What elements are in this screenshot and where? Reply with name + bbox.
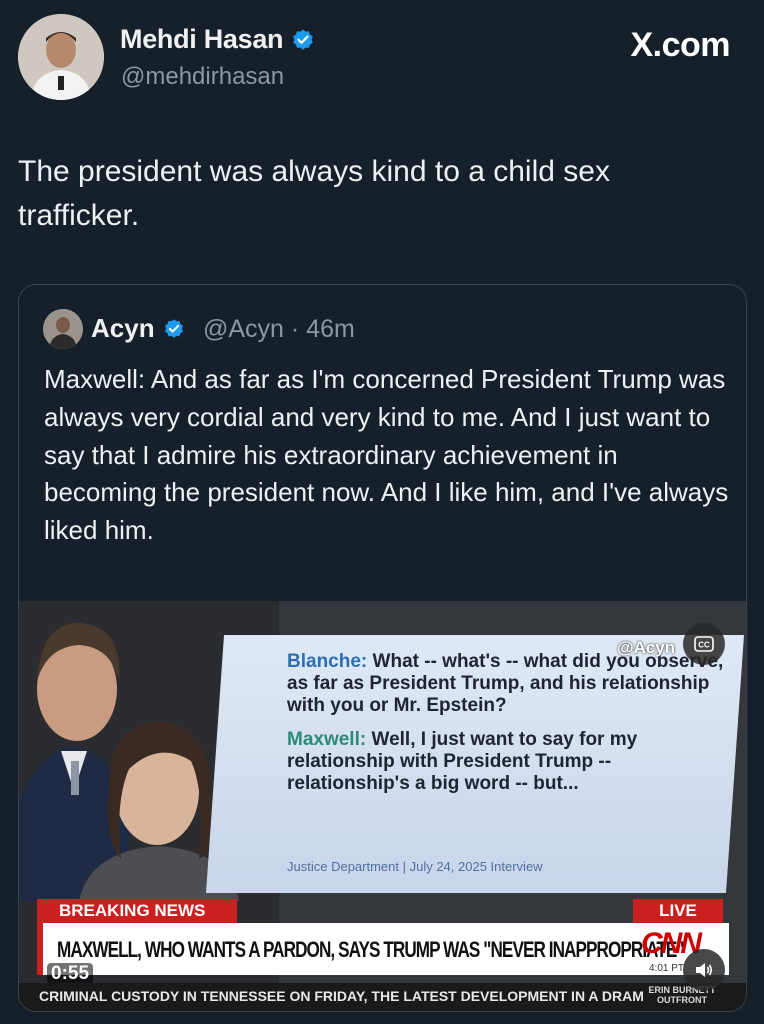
closed-captions-icon: CC xyxy=(694,636,714,652)
quoted-author-name-label: Acyn xyxy=(91,313,155,343)
quote-line-1: Blanche: What -- what's -- what did you … xyxy=(287,651,732,717)
panel-source: Justice Department | July 24, 2025 Inter… xyxy=(287,859,543,874)
speaker-icon xyxy=(696,963,713,977)
video-elapsed-time: 0:55 xyxy=(47,963,94,985)
quoted-tweet-text: Maxwell: And as far as I'm concerned Pre… xyxy=(44,364,729,546)
breaking-news-label: BREAKING NEWS xyxy=(37,899,237,923)
quote-line-2: Maxwell: Well, I just want to say for my… xyxy=(287,729,732,795)
quoted-tweet-card[interactable]: Acyn @Acyn · 46m Maxwell: And as far as … xyxy=(18,284,747,1012)
quoted-author-handle[interactable]: @Acyn · 46m xyxy=(203,315,355,344)
video-watermark: @Acyn xyxy=(617,638,676,657)
verified-badge-icon xyxy=(293,29,314,50)
author-name-label: Mehdi Hasan xyxy=(120,24,284,54)
embedded-video[interactable]: Blanche: What -- what's -- what did you … xyxy=(19,601,746,1011)
svg-text:CC: CC xyxy=(698,641,710,650)
broadcast-clock: 4:01 PT xyxy=(649,963,685,974)
quote-panel: Blanche: What -- what's -- what did you … xyxy=(287,651,732,795)
x-com-brand: X.com xyxy=(630,26,730,64)
verified-badge-icon xyxy=(164,318,183,338)
speaker-maxwell: Maxwell: xyxy=(287,729,367,750)
news-ticker: CRIMINAL CUSTODY IN TENNESSEE ON FRIDAY,… xyxy=(39,988,644,1004)
quoted-author-avatar[interactable] xyxy=(43,309,83,349)
live-badge: LIVE xyxy=(633,899,723,923)
author-name[interactable]: Mehdi Hasan xyxy=(120,24,315,55)
mute-toggle-button[interactable] xyxy=(683,949,725,991)
speaker-blanche: Blanche: xyxy=(287,651,368,672)
author-handle[interactable]: @mehdirhasan xyxy=(121,63,284,91)
chyron-headline: MAXWELL, WHO WANTS A PARDON, SAYS TRUMP … xyxy=(57,937,685,962)
author-avatar[interactable] xyxy=(18,14,104,100)
quoted-author-name[interactable]: Acyn xyxy=(91,313,185,344)
tweet-text: The president was always kind to a child… xyxy=(18,155,610,232)
closed-captions-button[interactable]: CC xyxy=(683,623,725,665)
